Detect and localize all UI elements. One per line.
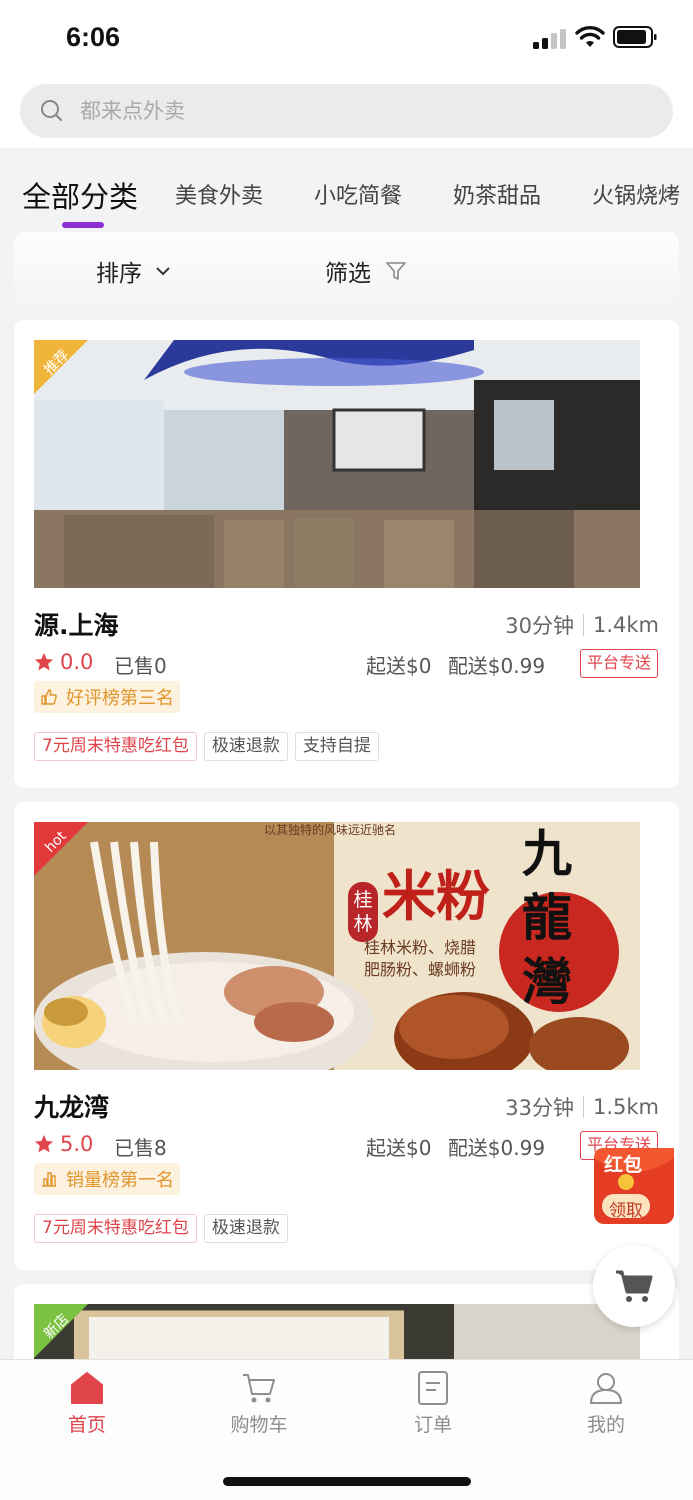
- filter-label: 筛选: [325, 261, 371, 287]
- tab-snacks[interactable]: 小吃简餐: [314, 178, 402, 210]
- tab-profile[interactable]: 我的: [546, 1370, 666, 1437]
- category-tabs: 全部分类 美食外卖 小吃简餐 奶茶甜品 火锅烧烤: [0, 148, 693, 232]
- distance: 1.5km: [592, 1095, 659, 1119]
- thumbs-up-icon: [41, 689, 57, 705]
- battery-icon: [613, 26, 657, 48]
- delivery-fee: 配送$0.99: [447, 1136, 546, 1160]
- store-photo: 以其独特的风味远近驰名 桂林 米粉 桂林米粉、烧腊 肥肠粉、螺蛳粉 九龍灣: [34, 822, 640, 1070]
- store-eta-distance: 30分钟 1.4km: [505, 610, 659, 640]
- min-order: 起送$0: [366, 1136, 432, 1160]
- red-packet-title: 红包: [604, 1154, 643, 1176]
- rating-value: 0.0: [60, 650, 94, 674]
- bar-chart-icon: [42, 1172, 56, 1187]
- promo-tag: 7元周末特惠吃红包: [34, 732, 197, 761]
- home-icon: [71, 1372, 103, 1404]
- tab-milk-tea[interactable]: 奶茶甜品: [453, 178, 541, 210]
- banner-title: 米粉: [382, 864, 490, 928]
- banner-brand: 九龍灣: [522, 824, 572, 1011]
- tab-label: 订单: [413, 1414, 452, 1436]
- ranking-badge: 销量榜第一名: [34, 1163, 180, 1195]
- star-icon: [35, 1135, 53, 1153]
- banner-tagline: 以其独特的风味远近驰名: [264, 823, 397, 837]
- tab-hotpot[interactable]: 火锅烧烤: [592, 178, 680, 210]
- delivery-time: 30分钟: [505, 614, 574, 638]
- store-name: 源.上海: [34, 611, 119, 640]
- promo-tag: 极速退款: [203, 732, 288, 761]
- sold-count: 已售0: [114, 654, 167, 678]
- promo-tag: 支持自提: [294, 732, 379, 761]
- sold-count: 已售8: [114, 1136, 167, 1160]
- tab-home[interactable]: 首页: [27, 1370, 147, 1437]
- status-bar: 6:06: [0, 0, 693, 76]
- profile-icon: [590, 1373, 622, 1404]
- platform-delivery-tag: 平台专送: [580, 649, 659, 678]
- store-card[interactable]: 推荐 源.上海 30分钟 1.4km 0.0 已售0 起送$0 配送$0.99 …: [14, 320, 679, 788]
- home-indicator: [223, 1477, 471, 1486]
- active-tab-indicator: [62, 222, 104, 228]
- delivery-fee: 配送$0.99: [447, 654, 546, 678]
- fees: 起送$0 配送$0.99: [366, 1132, 545, 1161]
- promo-tags: 7元周末特惠吃红包 极速退款 支持自提: [34, 732, 386, 761]
- tab-cart[interactable]: 购物车: [199, 1370, 319, 1437]
- status-time: 6:06: [66, 22, 121, 52]
- store-name: 九龙湾: [34, 1093, 110, 1122]
- banner-items-line2: 肥肠粉、螺蛳粉: [364, 960, 477, 979]
- tab-food-delivery[interactable]: 美食外卖: [175, 178, 263, 210]
- fees: 起送$0 配送$0.99: [366, 650, 545, 679]
- red-packet-button[interactable]: 红包 领取: [592, 1144, 676, 1226]
- sort-button[interactable]: 排序: [96, 254, 170, 288]
- banner-items-line1: 桂林米粉、烧腊: [364, 938, 477, 957]
- order-icon: [418, 1371, 448, 1405]
- search-box[interactable]: [20, 84, 673, 138]
- distance: 1.4km: [592, 613, 659, 637]
- wifi-icon: [575, 26, 605, 47]
- cart-icon: [243, 1374, 275, 1403]
- chevron-down-icon: [156, 267, 170, 276]
- rating: 0.0: [34, 650, 93, 674]
- tab-label: 购物车: [230, 1414, 288, 1436]
- floating-cart-button[interactable]: [593, 1245, 675, 1327]
- min-order: 起送$0: [366, 654, 432, 678]
- rating: 5.0: [34, 1132, 93, 1156]
- delivery-time: 33分钟: [505, 1096, 574, 1120]
- promo-tag: 极速退款: [203, 1214, 288, 1243]
- cart-icon: [616, 1270, 653, 1302]
- filter-icon: [386, 262, 406, 280]
- signal-icon: [533, 29, 566, 49]
- tab-label: 首页: [67, 1414, 106, 1436]
- store-card[interactable]: 以其独特的风味远近驰名 桂林 米粉 桂林米粉、烧腊 肥肠粉、螺蛳粉 九龍灣 ho…: [14, 802, 679, 1270]
- star-icon: [35, 653, 53, 671]
- tab-label: 我的: [586, 1414, 625, 1436]
- tab-orders[interactable]: 订单: [373, 1370, 493, 1437]
- search-bar: [0, 76, 693, 148]
- promo-tag: 7元周末特惠吃红包: [34, 1214, 197, 1243]
- banner-vertical-tag: 桂林: [348, 882, 378, 942]
- filter-button[interactable]: 筛选: [325, 254, 407, 288]
- search-input[interactable]: [80, 93, 640, 129]
- ranking-badge: 好评榜第三名: [34, 681, 180, 713]
- tab-all-categories[interactable]: 全部分类: [22, 174, 138, 216]
- promo-tags: 7元周末特惠吃红包 极速退款: [34, 1214, 295, 1243]
- red-packet-action: 领取: [609, 1201, 643, 1221]
- sort-label: 排序: [96, 261, 142, 287]
- store-photo: [34, 340, 640, 588]
- rating-value: 5.0: [60, 1132, 94, 1156]
- sort-filter-bar: 排序 筛选: [14, 232, 679, 304]
- search-icon: [41, 100, 62, 121]
- store-eta-distance: 33分钟 1.5km: [505, 1092, 659, 1122]
